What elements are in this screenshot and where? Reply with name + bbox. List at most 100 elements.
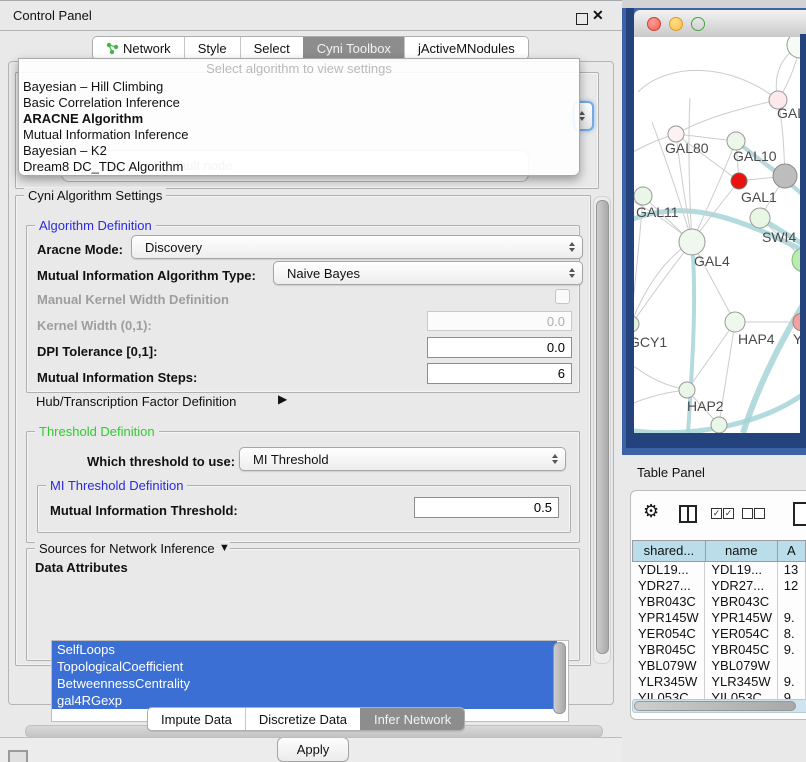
bottom-tab-discretize-data[interactable]: Discretize Data — [245, 708, 360, 730]
network-node[interactable] — [792, 248, 800, 272]
network-node[interactable] — [773, 164, 797, 188]
control-panel: Control Panel ✕ NetworkStyleSelectCyni T… — [0, 0, 622, 738]
column-header[interactable]: A — [778, 540, 806, 562]
hub-definition-label: Hub/Transcription Factor Definition — [36, 394, 236, 409]
deselect-all-checkbox-icon[interactable] — [754, 508, 765, 519]
node-label: GAL4 — [694, 253, 730, 269]
table-cell: YER054C — [632, 626, 705, 642]
node-label: GAL10 — [733, 148, 777, 164]
table-cell: 9. — [778, 642, 806, 658]
tab-label: jActiveMNodules — [418, 41, 515, 56]
algorithm-option[interactable]: Mutual Information Inference — [19, 127, 579, 143]
mi-threshold-input[interactable] — [414, 497, 559, 518]
network-node-swi4[interactable] — [750, 208, 770, 228]
network-node[interactable] — [711, 417, 727, 433]
table-cell: 12 — [778, 578, 806, 594]
minimize-traffic-light-icon[interactable] — [669, 17, 683, 31]
network-node-gcy1[interactable] — [634, 316, 639, 332]
minimized-panel-icon[interactable] — [8, 750, 28, 762]
attributes-list-scrollbar[interactable] — [553, 642, 566, 714]
network-node-hap2[interactable] — [679, 382, 695, 398]
main-tab-bar: NetworkStyleSelectCyni Toolbox jActiveMNo… — [92, 36, 529, 60]
network-view[interactable]: GAL7GAL80GAL10GAL1GAL11SWI4GAL4GCY1HAP4Y… — [634, 37, 800, 433]
attribute-item[interactable]: TopologicalCoefficient — [52, 658, 557, 675]
network-canvas[interactable]: GAL7GAL80GAL10GAL1GAL11SWI4GAL4GCY1HAP4Y… — [634, 37, 800, 433]
table-hscrollbar-thumb[interactable] — [634, 701, 796, 711]
table-row[interactable]: YBR045CYBR045C9. — [632, 642, 806, 658]
network-node[interactable] — [787, 37, 800, 58]
table-settings-gear-icon[interactable]: ⚙ — [643, 501, 659, 522]
tab-cyni-toolbox[interactable]: Cyni Toolbox — [303, 37, 404, 59]
network-edge[interactable] — [638, 70, 778, 100]
tab-network[interactable]: Network — [93, 37, 184, 59]
which-threshold-value: MI Threshold — [253, 452, 329, 467]
deselect-all-checkbox-icon[interactable] — [742, 508, 753, 519]
network-node-gal1[interactable] — [731, 173, 747, 189]
network-edge[interactable] — [692, 141, 736, 242]
aracne-mode-combo[interactable]: Discovery — [131, 235, 583, 259]
algorithm-option[interactable]: Bayesian – K2 — [19, 143, 579, 159]
table-row[interactable]: YBR043CYBR043C — [632, 594, 806, 610]
network-node-gal11[interactable] — [634, 187, 652, 205]
kernel-width-input[interactable] — [427, 311, 572, 331]
network-window-border — [626, 8, 634, 448]
mi-type-combo[interactable]: Naive Bayes — [273, 261, 583, 285]
data-attributes-label: Data Attributes — [35, 560, 128, 575]
network-edge[interactable] — [689, 98, 692, 242]
table-cell: 9. — [778, 610, 806, 626]
network-edge[interactable] — [676, 100, 778, 134]
algorithm-option[interactable]: Bayesian – Hill Climbing — [19, 79, 579, 95]
network-edge[interactable] — [634, 242, 692, 322]
algorithm-option[interactable]: Dream8 DC_TDC Algorithm — [19, 159, 579, 175]
column-header[interactable]: name — [706, 540, 778, 562]
tab-jactivemnodules[interactable]: jActiveMNodules — [404, 37, 528, 59]
cyni-algorithm-settings-title: Cyni Algorithm Settings — [24, 188, 166, 203]
sources-title: Sources for Network Inference — [35, 541, 219, 556]
apply-button[interactable]: Apply — [277, 737, 349, 762]
table-cell: YIL053C — [632, 690, 705, 699]
aracne-mode-label: Aracne Mode: — [37, 242, 123, 257]
network-node-gal4[interactable] — [679, 229, 705, 255]
table-row[interactable]: YDR27...YDR27...12 — [632, 578, 806, 594]
table-row[interactable]: YIL053CYIL053C9. — [632, 690, 806, 699]
network-edge[interactable] — [634, 242, 692, 324]
column-chooser-icon[interactable] — [679, 505, 697, 523]
which-threshold-combo[interactable]: MI Threshold — [239, 447, 566, 471]
bottom-tab-impute-data[interactable]: Impute Data — [148, 708, 245, 730]
table-row[interactable]: YDL19...YDL19...13 — [632, 562, 806, 578]
close-traffic-light-icon[interactable] — [647, 17, 661, 31]
network-window-titlebar[interactable] — [634, 10, 806, 38]
float-panel-icon[interactable] — [576, 13, 588, 25]
select-all-checkbox-icon[interactable]: ✓ — [711, 508, 722, 519]
attribute-item[interactable]: SelfLoops — [52, 641, 557, 658]
network-edge[interactable] — [634, 360, 687, 390]
close-icon[interactable]: ✕ — [592, 7, 604, 24]
settings-scrollbar-track[interactable] — [593, 196, 611, 664]
table-row[interactable]: YPR145WYPR145W9. — [632, 610, 806, 626]
select-all-checkbox-icon[interactable]: ✓ — [723, 508, 734, 519]
column-header[interactable]: shared... — [633, 540, 706, 562]
threshold-definition-group: Threshold Definition Which threshold to … — [26, 431, 580, 543]
node-label: GAL7 — [777, 105, 800, 121]
table-function-icon[interactable] — [793, 502, 806, 526]
mi-steps-input[interactable] — [427, 363, 572, 384]
tab-label: Infer Network — [374, 712, 451, 727]
manual-kernel-checkbox[interactable] — [555, 289, 570, 304]
settings-scrollbar-thumb[interactable] — [596, 200, 609, 654]
dpi-tolerance-input[interactable] — [427, 337, 572, 358]
hub-expand-arrow-icon[interactable]: ▶ — [278, 392, 287, 406]
maximize-traffic-light-icon[interactable] — [691, 17, 705, 31]
table-row[interactable]: YBL079WYBL079W — [632, 658, 806, 674]
tab-style[interactable]: Style — [184, 37, 240, 59]
table-cell: YPR145W — [632, 610, 705, 626]
table-row[interactable]: YER054CYER054C8. — [632, 626, 806, 642]
threshold-definition-title: Threshold Definition — [35, 424, 159, 439]
tab-select[interactable]: Select — [240, 37, 303, 59]
algorithm-option[interactable]: Basic Correlation Inference — [19, 95, 579, 111]
attribute-item[interactable]: BetweennessCentrality — [52, 675, 557, 692]
algorithm-option[interactable]: ARACNE Algorithm — [19, 111, 579, 127]
bottom-tab-infer-network[interactable]: Infer Network — [360, 708, 464, 730]
sources-collapse-arrow-icon[interactable]: ▼ — [219, 542, 230, 554]
table-row[interactable]: YLR345WYLR345W9. — [632, 674, 806, 690]
network-node-hap4[interactable] — [725, 312, 745, 332]
